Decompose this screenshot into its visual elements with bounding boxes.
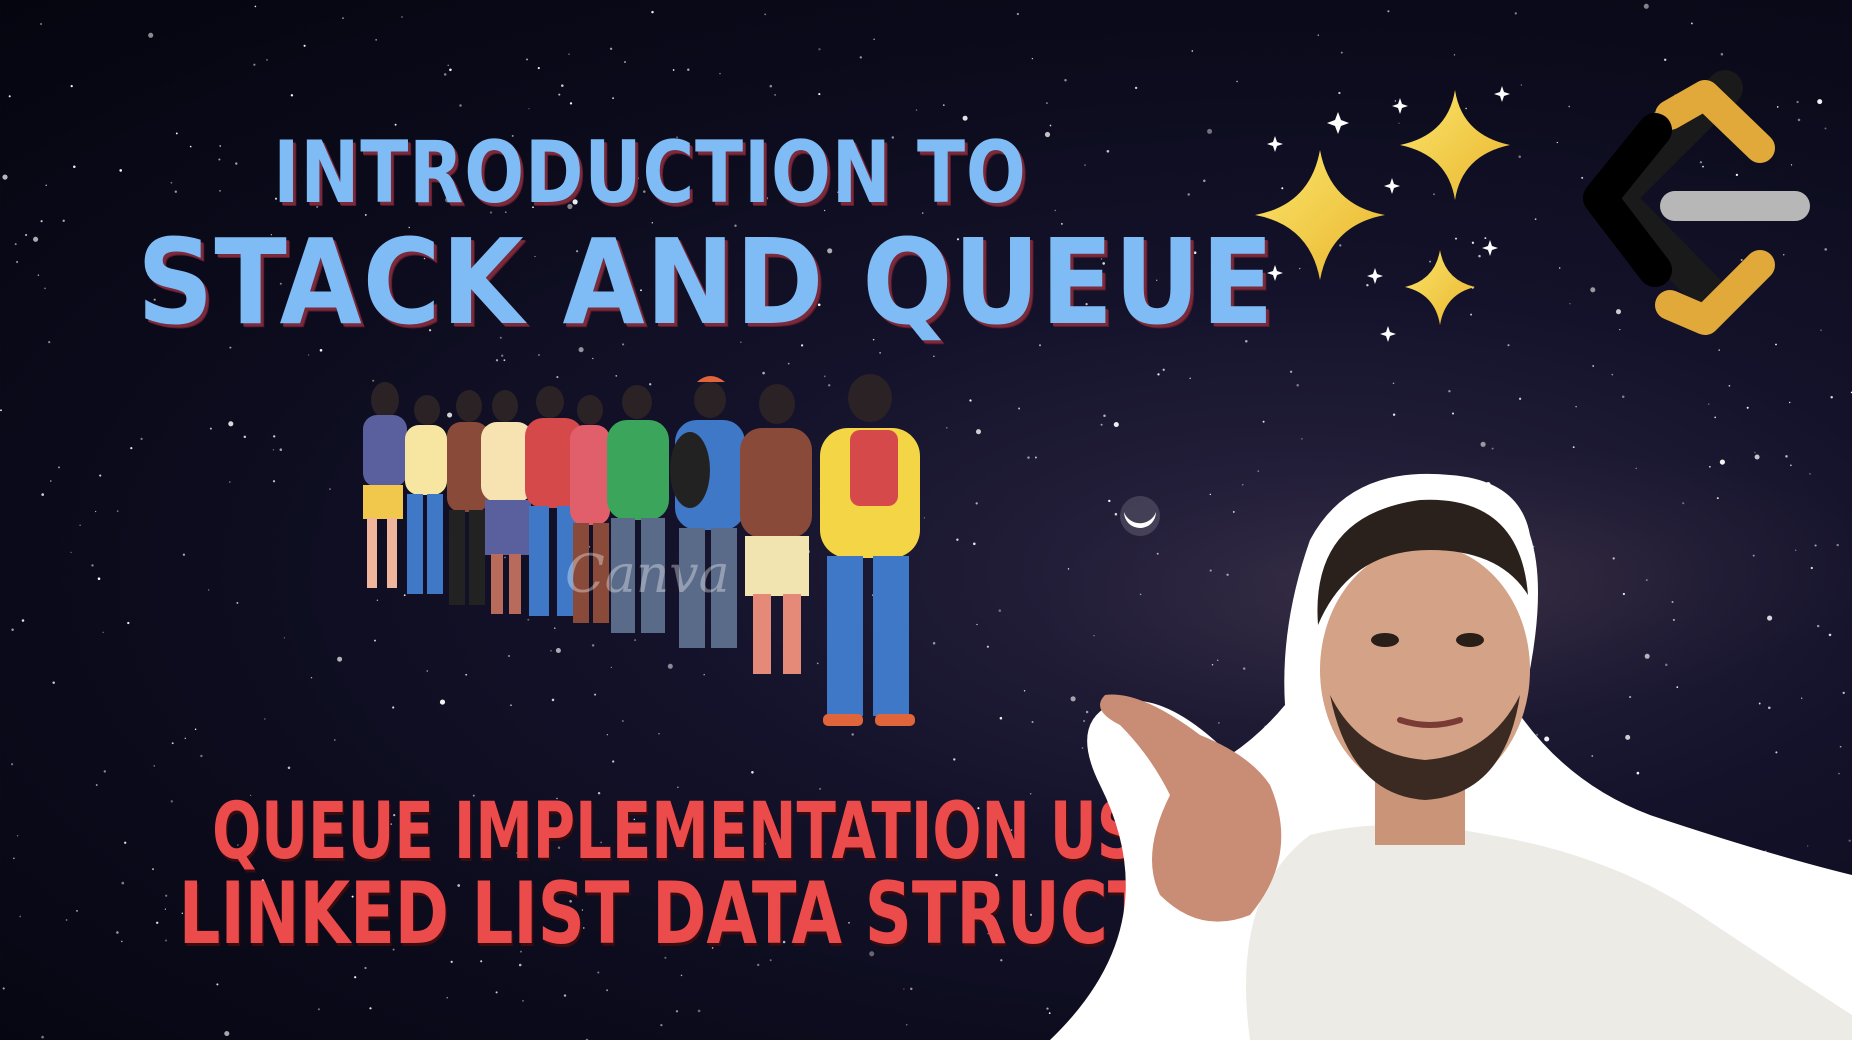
title-line-2: STACK AND QUEUE — [137, 213, 1275, 351]
sparkles-icon — [1255, 86, 1510, 342]
leetcode-logo-icon — [1583, 70, 1810, 335]
presenter-photo — [1050, 473, 1852, 1040]
title-line-1: INTRODUCTION TO — [273, 123, 1027, 223]
subtitle-line-1: QUEUE IMPLEMENTATION USING — [212, 787, 1256, 877]
canva-watermark: Canva — [565, 545, 730, 605]
subtitle-line-2: LINKED LIST DATA STRUCTURE — [178, 864, 1301, 964]
